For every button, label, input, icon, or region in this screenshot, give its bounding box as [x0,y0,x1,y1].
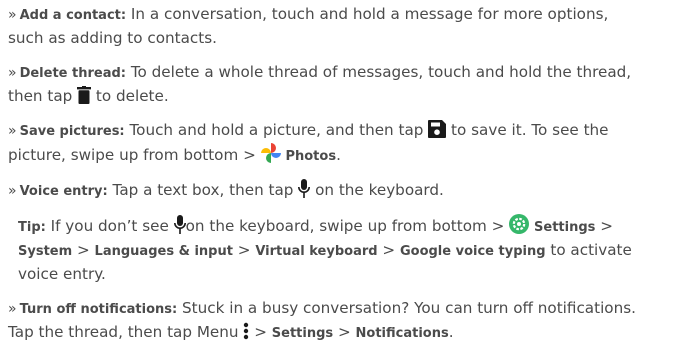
bullet-chevron: » [8,123,17,139]
languages-link: Languages & input [94,244,233,259]
term-voice-entry: Voice entry: [19,184,108,199]
text: > [333,323,356,341]
text: picture, swipe up from bottom > [8,146,261,164]
bullet-chevron: » [8,65,17,81]
photos-link: Photos [285,149,337,164]
text: to delete. [91,87,169,105]
text: to activate [545,241,632,259]
photos-app-icon [260,143,281,163]
text: . [448,323,454,341]
settings-link: Settings [271,326,334,341]
text: > [249,323,272,341]
bullet-line: picture, swipe up from bottom > Photos. [8,143,696,168]
help-document: » Add a contact: In a conversation, touch… [8,3,696,356]
trash-icon [77,86,92,104]
microphone-icon [298,179,311,198]
term-add-contact: Add a contact: [19,8,127,23]
bullet-line: » Voice entry: Tap a text box, then tap o… [8,179,696,203]
text: on the keyboard, swipe up from bottom > [185,217,510,235]
settings-link: Settings [534,220,596,235]
text: to save it. To see the [446,121,609,139]
microphone-icon [173,215,186,234]
term-delete-thread: Delete thread: [19,66,126,81]
text: on the keyboard. [310,181,444,199]
text: > [595,217,613,235]
bullet-line: such as adding to contacts. [8,27,696,50]
notifications-link: Notifications [355,326,449,341]
bullet-line: » Save pictures: Touch and hold a picture… [8,119,696,143]
bullet-chevron: » [8,183,17,199]
text: > [72,241,95,259]
virtual-keyboard-link: Virtual keyboard [255,244,378,259]
bullet-line: » Add a contact: In a conversation, touch… [8,3,696,27]
bullet-add-contact: » Add a contact: In a conversation, touch… [8,3,696,50]
text: voice entry. [18,265,106,283]
text: Tap a text box, then tap [107,181,299,199]
bullet-save-pictures: » Save pictures: Touch and hold a picture… [8,119,696,168]
bullet-line: » Delete thread: To delete a whole thread… [8,61,696,85]
tip-block: Tip: If you don’t see on the keyboard, s… [18,214,696,286]
bullet-line: then tap to delete. [8,85,696,108]
text: To delete a whole thread of messages, to… [126,63,632,81]
text: such as adding to contacts. [8,29,217,47]
bullet-voice-entry: » Voice entry: Tap a text box, then tap o… [8,179,696,203]
term-turn-off-notifications: Turn off notifications: [19,302,178,317]
term-save-pictures: Save pictures: [19,124,125,139]
text: . [336,146,341,164]
settings-gear-icon [509,214,530,234]
bullet-chevron: » [8,301,17,317]
text: > [232,241,256,259]
text: > [377,241,400,259]
bullet-line: Tap the thread, then tap Menu > Settings… [8,321,696,345]
text: If you don’t see [45,217,174,235]
bullet-turn-off-notifications: » Turn off notifications: Stuck in a busy… [8,297,696,345]
term-tip: Tip: [18,220,46,235]
save-icon [428,120,447,138]
tip-line: voice entry. [18,265,106,283]
system-link: System [18,244,73,259]
bullet-chevron: » [8,7,17,23]
text: In a conversation, touch and hold a mess… [126,5,609,23]
text: Stuck in a busy conversation? You can tu… [177,299,636,317]
text: Tap the thread, then tap Menu [8,323,244,341]
bullet-delete-thread: » Delete thread: To delete a whole thread… [8,61,696,108]
tip-line: System > Languages & input > Virtual key… [18,241,632,259]
text: then tap [8,87,78,105]
text: Touch and hold a picture, and then tap [124,121,429,139]
bullet-line: » Turn off notifications: Stuck in a busy… [8,297,696,321]
tip-line: Tip: If you don’t see on the keyboard, s… [18,214,613,235]
google-voice-link: Google voice typing [399,244,546,259]
